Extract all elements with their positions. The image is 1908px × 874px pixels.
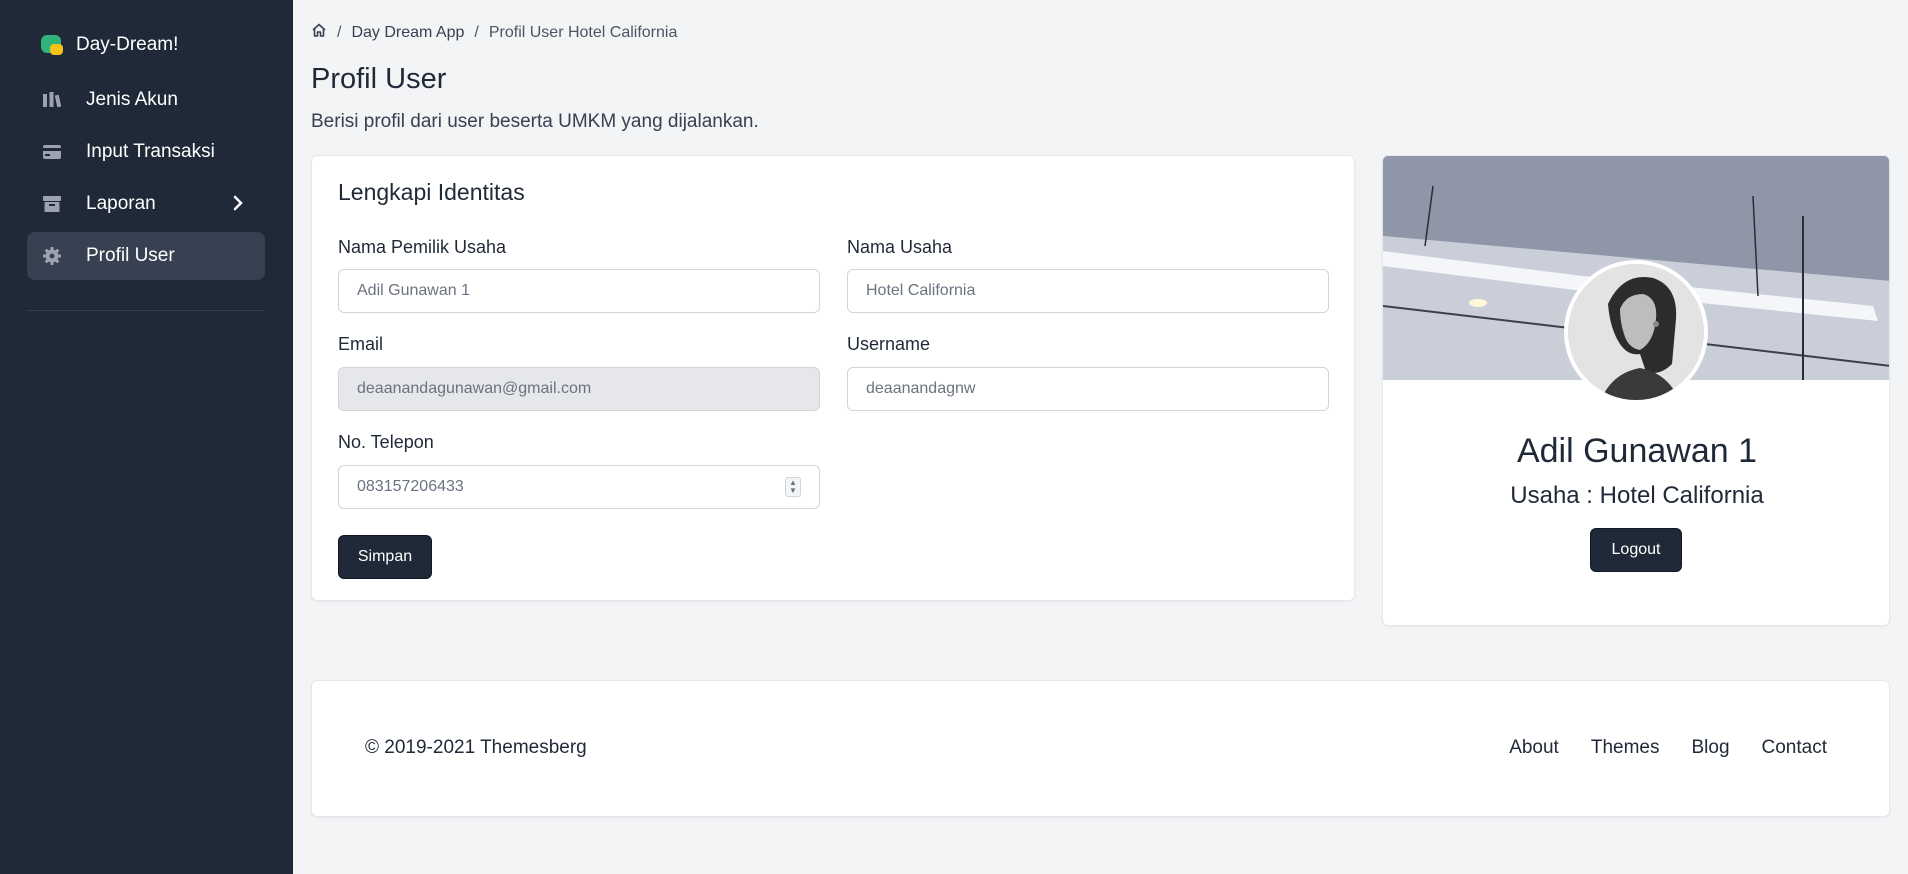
username-label: Username bbox=[847, 334, 931, 354]
breadcrumb-separator: / bbox=[337, 23, 342, 41]
sidebar-item-label: Jenis Akun bbox=[86, 89, 178, 110]
brand-name: Day-Dream! bbox=[76, 34, 179, 55]
sidebar-item-label: Profil User bbox=[86, 245, 175, 266]
brand-logo-icon bbox=[40, 33, 64, 57]
business-name-label: Nama Usaha bbox=[847, 237, 953, 257]
footer-link-blog[interactable]: Blog bbox=[1691, 737, 1729, 759]
phone-value: 083157206433 bbox=[357, 478, 464, 495]
sidebar-divider bbox=[27, 310, 265, 311]
sidebar-item-input-transaksi[interactable]: Input Transaksi bbox=[27, 128, 265, 176]
page-subtitle: Berisi profil dari user beserta UMKM yan… bbox=[311, 111, 759, 132]
footer-link-about[interactable]: About bbox=[1509, 737, 1559, 759]
footer: © 2019-2021 Themesberg About Themes Blog… bbox=[311, 680, 1890, 817]
footer-link-contact[interactable]: Contact bbox=[1762, 737, 1827, 759]
credit-card-icon bbox=[42, 142, 62, 162]
profile-name: Adil Gunawan 1 bbox=[1516, 432, 1758, 470]
chart-bars-icon bbox=[42, 90, 62, 110]
footer-links: About Themes Blog Contact bbox=[1509, 737, 1827, 759]
logout-button[interactable]: Logout bbox=[1590, 528, 1682, 572]
phone-label: No. Telepon bbox=[338, 432, 434, 452]
breadcrumb-link-app[interactable]: Day Dream App bbox=[351, 24, 464, 42]
phone-input[interactable]: 083157206433 ▲ ▼ bbox=[338, 465, 820, 509]
owner-name-label: Nama Pemilik Usaha bbox=[338, 237, 507, 257]
profile-business: Usaha : Hotel California bbox=[1510, 482, 1764, 509]
copyright-text: © 2019-2021 Themesberg bbox=[365, 737, 587, 758]
avatar bbox=[1564, 260, 1708, 404]
brand-link[interactable]: Day-Dream! bbox=[40, 33, 178, 57]
sidebar-item-label: Laporan bbox=[86, 193, 156, 214]
sidebar: Day-Dream! Jenis Akun Input Transaksi La… bbox=[0, 0, 293, 874]
owner-name-input[interactable]: Adil Gunawan 1 bbox=[338, 269, 820, 313]
breadcrumb-separator: / bbox=[474, 23, 479, 41]
breadcrumb: / Day Dream App / Profil User Hotel Cali… bbox=[311, 22, 677, 43]
business-name-input[interactable]: Hotel California bbox=[847, 269, 1329, 313]
breadcrumb-current: Profil User Hotel California bbox=[488, 23, 678, 41]
gear-icon bbox=[42, 246, 62, 266]
save-button[interactable]: Simpan bbox=[338, 535, 432, 579]
username-input[interactable]: deaanandagnw bbox=[847, 367, 1329, 411]
form-title: Lengkapi Identitas bbox=[338, 179, 525, 205]
email-label: Email bbox=[338, 334, 384, 354]
sidebar-item-laporan[interactable]: Laporan bbox=[27, 180, 265, 228]
home-icon[interactable] bbox=[311, 22, 327, 43]
footer-link-themes[interactable]: Themes bbox=[1591, 737, 1660, 759]
sidebar-item-profil-user[interactable]: Profil User bbox=[27, 232, 265, 280]
page-title: Profil User bbox=[311, 63, 447, 95]
chevron-right-icon bbox=[231, 193, 245, 219]
sidebar-item-jenis-akun[interactable]: Jenis Akun bbox=[27, 76, 265, 124]
sidebar-item-label: Input Transaksi bbox=[86, 141, 215, 162]
identity-form-card: Lengkapi Identitas Nama Pemilik Usaha Ad… bbox=[311, 155, 1355, 601]
profile-card: Adil Gunawan 1 Usaha : Hotel California … bbox=[1382, 155, 1890, 626]
email-input: deaanandagunawan@gmail.com bbox=[338, 367, 820, 411]
archive-icon bbox=[42, 194, 62, 214]
number-stepper-icon[interactable]: ▲ ▼ bbox=[785, 477, 801, 497]
